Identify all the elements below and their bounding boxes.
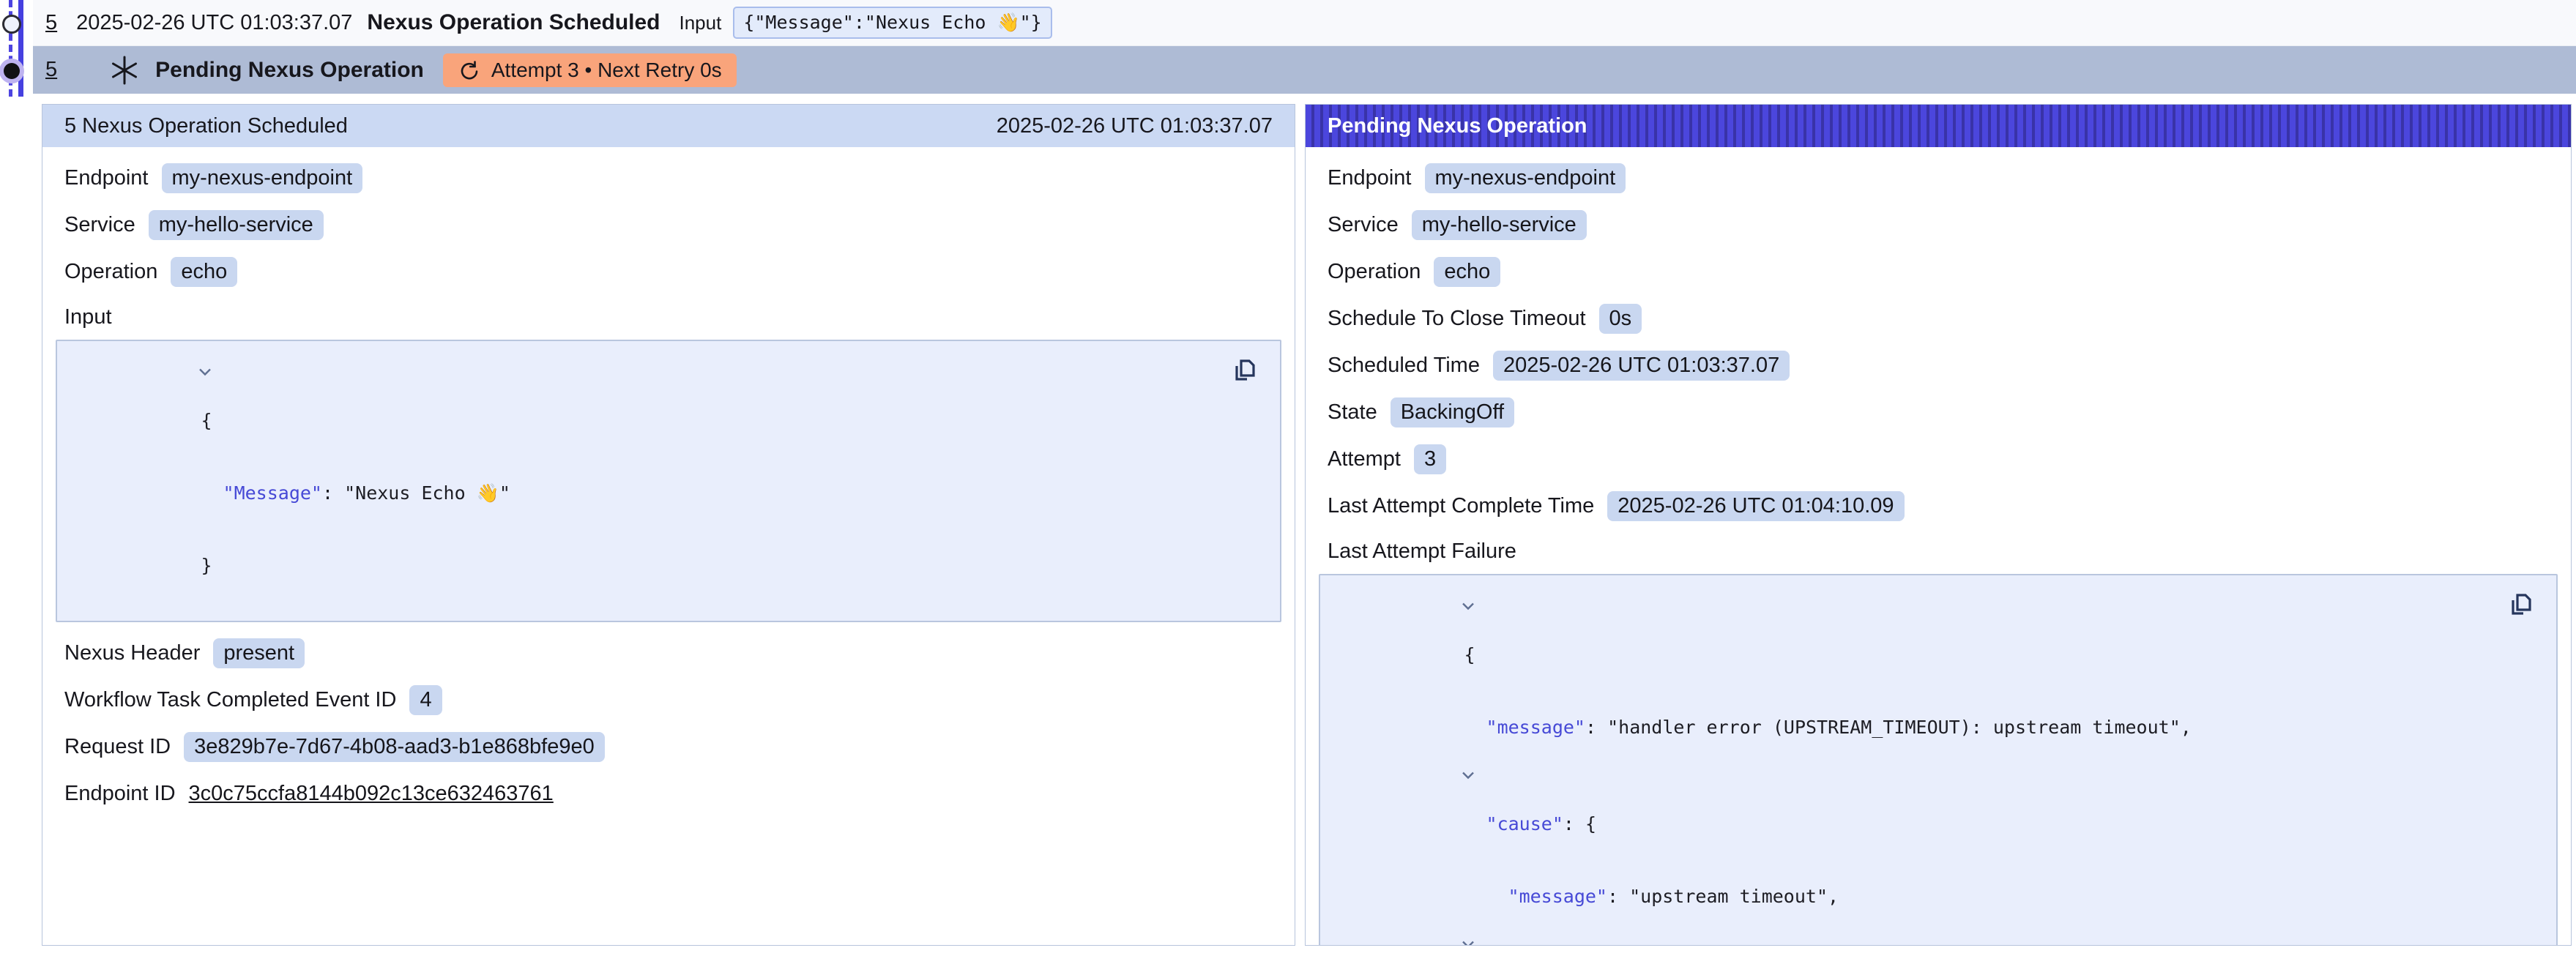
- field-endpoint: Endpoint my-nexus-endpoint: [1306, 162, 2571, 194]
- timeline-pending-dot-icon: [4, 63, 20, 79]
- field-label: Workflow Task Completed Event ID: [64, 688, 396, 712]
- event-input-pill[interactable]: {"Message":"Nexus Echo 👋"}: [733, 7, 1051, 39]
- field-label: Operation: [64, 260, 157, 284]
- field-label: Service: [64, 213, 135, 237]
- field-label: Operation: [1328, 260, 1421, 284]
- collapse-chevron-icon[interactable]: [1329, 940, 1475, 946]
- field-value-badge: my-nexus-endpoint: [162, 163, 363, 193]
- timeline-event-dot-icon: [2, 15, 21, 34]
- event-panel-title: 5 Nexus Operation Scheduled: [64, 114, 348, 138]
- collapse-chevron-icon[interactable]: [66, 367, 212, 376]
- field-value-badge: my-hello-service: [149, 210, 324, 240]
- pending-id-link[interactable]: 5: [45, 58, 57, 82]
- field-label: Endpoint: [1328, 166, 1412, 190]
- json-line: {: [1320, 594, 2556, 691]
- field-value-badge: 2025-02-26 UTC 01:03:37.07: [1493, 351, 1790, 381]
- field-operation: Operation echo: [1306, 255, 2571, 288]
- pending-asterisk-icon: [108, 54, 141, 86]
- pending-title: Pending Nexus Operation: [155, 58, 424, 83]
- json-line: "cause": {: [1320, 763, 2556, 860]
- field-state: State BackingOff: [1306, 396, 2571, 428]
- input-json-block: { "Message": "Nexus Echo 👋" }: [56, 340, 1281, 622]
- field-request-id: Request ID 3e829b7e-7d67-4b08-aad3-b1e86…: [42, 731, 1295, 763]
- field-nexus-header: Nexus Header present: [42, 637, 1295, 669]
- field-value-badge: my-hello-service: [1412, 210, 1587, 240]
- field-scheduled-time: Scheduled Time 2025-02-26 UTC 01:03:37.0…: [1306, 349, 2571, 381]
- field-attempt: Attempt 3: [1306, 443, 2571, 475]
- json-line: "applicationFailureInfo": {: [1320, 933, 2556, 946]
- event-panel-header: 5 Nexus Operation Scheduled 2025-02-26 U…: [42, 105, 1295, 147]
- field-label: Request ID: [64, 735, 171, 759]
- field-value-badge: echo: [1434, 257, 1500, 287]
- field-value-badge: 3: [1414, 444, 1446, 474]
- field-endpoint: Endpoint my-nexus-endpoint: [42, 162, 1295, 194]
- copy-icon[interactable]: [1230, 357, 1259, 386]
- pending-panel-title: Pending Nexus Operation: [1328, 114, 1587, 138]
- field-label: Attempt: [1328, 447, 1401, 471]
- endpoint-id-link[interactable]: 3c0c75ccfa8144b092c13ce632463761: [189, 782, 554, 806]
- json-line: }: [57, 529, 1280, 602]
- collapse-chevron-icon[interactable]: [1329, 602, 1475, 610]
- field-workflow-task-completed-event-id: Workflow Task Completed Event ID 4: [42, 684, 1295, 716]
- timeline-accent-bar: [18, 0, 23, 97]
- field-label: Endpoint ID: [64, 782, 176, 806]
- field-value-badge: 3e829b7e-7d67-4b08-aad3-b1e868bfe9e0: [184, 732, 605, 762]
- event-panel-timestamp: 2025-02-26 UTC 01:03:37.07: [997, 114, 1273, 138]
- field-value-badge: my-nexus-endpoint: [1425, 163, 1626, 193]
- collapse-chevron-icon[interactable]: [1329, 771, 1475, 780]
- event-history-row[interactable]: 5 2025-02-26 UTC 01:03:37.07 Nexus Opera…: [33, 0, 2576, 46]
- detail-panels: 5 Nexus Operation Scheduled 2025-02-26 U…: [42, 104, 2572, 946]
- field-label: Schedule To Close Timeout: [1328, 307, 1586, 331]
- copy-icon[interactable]: [2506, 591, 2536, 621]
- state-badge: BackingOff: [1391, 397, 1514, 427]
- pending-operation-panel: Pending Nexus Operation Endpoint my-nexu…: [1305, 104, 2572, 946]
- field-value-badge: echo: [171, 257, 237, 287]
- field-service: Service my-hello-service: [42, 209, 1295, 241]
- json-line: "Message": "Nexus Echo 👋": [57, 457, 1280, 529]
- pending-operation-row[interactable]: 5 Pending Nexus Operation Attempt 3 • Ne…: [33, 46, 2576, 94]
- attempt-retry-badge: Attempt 3 • Next Retry 0s: [443, 53, 737, 87]
- failure-section-label: Last Attempt Failure: [1306, 539, 2571, 564]
- field-endpoint-id: Endpoint ID 3c0c75ccfa8144b092c13ce63246…: [42, 777, 1295, 810]
- field-value-badge: present: [213, 638, 305, 668]
- attempt-retry-text: Attempt 3 • Next Retry 0s: [491, 59, 722, 82]
- event-timestamp: 2025-02-26 UTC 01:03:37.07: [76, 11, 352, 35]
- field-label: State: [1328, 400, 1377, 425]
- failure-json-block: { "message": "handler error (UPSTREAM_TI…: [1319, 574, 2558, 946]
- field-value-badge: 4: [409, 685, 442, 715]
- event-detail-panel: 5 Nexus Operation Scheduled 2025-02-26 U…: [42, 104, 1295, 946]
- pending-panel-header: Pending Nexus Operation: [1306, 105, 2571, 147]
- field-value-badge: 0s: [1599, 304, 1642, 334]
- input-section-label: Input: [42, 305, 1295, 329]
- field-operation: Operation echo: [42, 255, 1295, 288]
- event-title: Nexus Operation Scheduled: [367, 10, 660, 35]
- field-last-attempt-complete-time: Last Attempt Complete Time 2025-02-26 UT…: [1306, 490, 2571, 522]
- field-schedule-to-close-timeout: Schedule To Close Timeout 0s: [1306, 302, 2571, 335]
- field-label: Last Attempt Complete Time: [1328, 494, 1594, 518]
- json-line: {: [57, 360, 1280, 457]
- json-line: "message": "handler error (UPSTREAM_TIME…: [1320, 691, 2556, 763]
- field-label: Nexus Header: [64, 641, 200, 665]
- retry-icon: [458, 59, 481, 82]
- event-id-link[interactable]: 5: [45, 11, 57, 35]
- field-label: Endpoint: [64, 166, 149, 190]
- field-value-badge: 2025-02-26 UTC 01:04:10.09: [1607, 491, 1904, 521]
- event-input-label: Input: [680, 12, 722, 34]
- field-service: Service my-hello-service: [1306, 209, 2571, 241]
- json-line: "message": "upstream timeout",: [1320, 860, 2556, 933]
- field-label: Scheduled Time: [1328, 354, 1480, 378]
- workflow-history-view: 5 2025-02-26 UTC 01:03:37.07 Nexus Opera…: [0, 0, 2576, 956]
- field-label: Service: [1328, 213, 1399, 237]
